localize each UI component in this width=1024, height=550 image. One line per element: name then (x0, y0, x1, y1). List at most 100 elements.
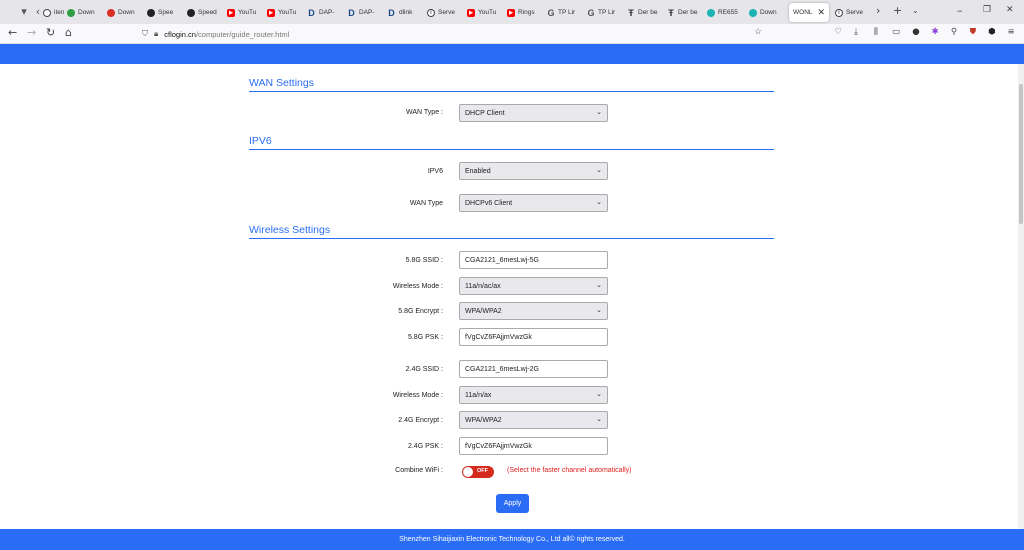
section-title-ipv6: IPV6 (249, 135, 774, 150)
browser-tab[interactable]: ▶ Rings (504, 3, 544, 22)
back-icon[interactable]: ← (8, 26, 17, 39)
mode-2g-select[interactable]: 11a/n/ax ⌄ (459, 386, 608, 404)
ssid-5g-input[interactable]: CGA2121_6mesLwj-5G (459, 251, 608, 269)
toggle-knob (463, 467, 473, 477)
browser-tab[interactable]: ▶ YouTu (224, 3, 264, 22)
toggle-state: OFF (477, 468, 488, 474)
youtube-icon: ▶ (507, 8, 515, 17)
tab-label: Down (118, 9, 135, 16)
browser-tab[interactable]: D DAP- (304, 3, 344, 22)
psk-2g-input[interactable]: fVgCvZ6FAjjmVwzGk (459, 437, 608, 455)
chevron-down-icon: ⌄ (596, 108, 602, 116)
close-tab-icon[interactable]: ✕ (818, 7, 826, 18)
url-bar[interactable]: ⛉ 🔒︎ cflogin.cn/computer/guide_router.ht… (142, 26, 772, 42)
mode-5g-value: 11a/n/ac/ax (465, 282, 501, 290)
tab-label: Down (760, 9, 777, 16)
tplink-icon (749, 8, 757, 17)
tab-list-icon[interactable]: ▾ (17, 5, 31, 18)
tab-label: iten (54, 9, 64, 16)
browser-tab[interactable]: Down (746, 3, 788, 22)
mode-5g-select[interactable]: 11a/n/ac/ax ⌄ (459, 277, 608, 295)
browser-tab[interactable]: Spee (144, 3, 184, 22)
sidebar-icon[interactable]: ▭ (891, 27, 901, 37)
browser-tab-active[interactable]: WONL ✕ (789, 3, 829, 22)
restore-icon[interactable]: ❐ (983, 5, 991, 15)
ipv6-label: IPV6 (427, 168, 443, 175)
ipv6-select[interactable]: Enabled ⌄ (459, 162, 608, 180)
scroll-tabs-right-icon[interactable]: › (876, 4, 880, 17)
lock-icon[interactable]: 🔒︎ (154, 29, 158, 39)
mode-2g-label: Wireless Mode : (392, 392, 443, 399)
extension-dark-icon[interactable]: ⬢ (987, 27, 997, 37)
browser-tab[interactable]: G TP Lir (544, 3, 584, 22)
encrypt-2g-select[interactable]: WPA/WPA2 ⌄ (459, 411, 608, 429)
extension-purple-icon[interactable]: ✱ (930, 27, 940, 37)
tab-label: RE655 (718, 9, 738, 16)
wan-type-label: WAN Type : (406, 109, 443, 116)
library-icon[interactable]: ⫼ (871, 27, 881, 37)
ipv6-value: Enabled (465, 167, 491, 175)
browser-tab[interactable]: RE655 (704, 3, 746, 22)
google-icon: G (547, 7, 555, 18)
ipv6-wan-type-label: WAN Type (409, 200, 443, 207)
url-host: cflogin.cn (164, 29, 196, 39)
browser-tab[interactable]: ▶ YouTu (264, 3, 304, 22)
tab-label: Serve (846, 9, 863, 16)
ublock-icon[interactable]: ⛊ (968, 27, 978, 37)
shield-icon[interactable]: ⛉ (142, 29, 148, 39)
encrypt-5g-label: 5.8G Encrypt : (398, 308, 443, 315)
scrollbar-thumb[interactable] (1019, 84, 1023, 224)
browser-tab[interactable]: Down (64, 3, 104, 22)
browser-tab[interactable]: ▶ YouTu (464, 3, 504, 22)
encrypt-5g-select[interactable]: WPA/WPA2 ⌄ (459, 302, 608, 320)
ipv6-wan-type-value: DHCPv6 Client (465, 199, 513, 207)
forward-icon[interactable]: → (27, 26, 36, 39)
chevron-down-icon: ⌄ (596, 306, 602, 314)
youtube-icon: ▶ (467, 8, 475, 17)
nav-bar: ← → ↻ ⌂ ⛉ 🔒︎ cflogin.cn/computer/guide_r… (0, 24, 1024, 44)
page-scrollbar[interactable] (1018, 64, 1024, 529)
new-tab-icon[interactable]: + (893, 4, 902, 17)
encrypt-2g-label: 2.4G Encrypt : (398, 417, 443, 424)
browser-tab[interactable]: Down (104, 3, 144, 22)
google-icon: G (587, 7, 595, 18)
browser-tab[interactable]: i Serve (424, 3, 464, 22)
bookmark-star-icon[interactable]: ☆ (753, 27, 763, 37)
downloads-icon[interactable]: ⤓ (851, 27, 861, 37)
encrypt-2g-value: WPA/WPA2 (465, 416, 502, 424)
ssid-2g-input[interactable]: CGA2121_6mesLwj-2G (459, 360, 608, 378)
browser-tab[interactable]: G TP Lir (584, 3, 624, 22)
tab-label: Der be (678, 9, 698, 16)
pocket-icon[interactable]: ♡ (833, 27, 843, 37)
close-window-icon[interactable]: ✕ (1006, 5, 1014, 15)
combine-wifi-toggle[interactable]: OFF (462, 466, 494, 478)
browser-tab[interactable]: D dlink (384, 3, 424, 22)
tab-label: YouTu (278, 9, 297, 16)
reload-icon[interactable]: ↻ (46, 26, 55, 39)
psk-5g-input[interactable]: fVgCvZ6FAjjmVwzGk (459, 328, 608, 346)
dlink-icon: D (348, 7, 355, 18)
speedtest-icon (187, 8, 195, 17)
browser-tab[interactable]: iten (40, 3, 64, 22)
menu-icon[interactable]: ≡ (1006, 27, 1016, 37)
minimize-icon[interactable]: – (957, 4, 963, 17)
browser-tab[interactable]: i Serve (832, 3, 872, 22)
tab-label: Der be (638, 9, 658, 16)
tab-label: TP Lir (598, 9, 616, 16)
apply-button[interactable]: Apply (496, 494, 529, 513)
extension-m-icon[interactable]: ● (911, 27, 921, 37)
list-all-tabs-icon[interactable]: ⌄ (912, 6, 919, 15)
extensions-icon[interactable]: ⚲ (949, 27, 959, 37)
browser-tab[interactable]: Speed (184, 3, 224, 22)
browser-tab[interactable]: Ŧ Der be (664, 3, 704, 22)
wan-type-select[interactable]: DHCP Client ⌄ (459, 104, 608, 122)
browser-tab[interactable]: Ŧ Der be (624, 3, 664, 22)
home-icon[interactable]: ⌂ (65, 26, 72, 39)
doc-icon (43, 8, 51, 17)
psk-2g-value: fVgCvZ6FAjjmVwzGk (465, 442, 532, 450)
tab-label: DAP- (319, 9, 335, 16)
ipv6-wan-type-select[interactable]: DHCPv6 Client ⌄ (459, 194, 608, 212)
tplink-icon (707, 8, 715, 17)
browser-tab[interactable]: D DAP- (344, 3, 384, 22)
section-title-wireless: Wireless Settings (249, 224, 774, 239)
